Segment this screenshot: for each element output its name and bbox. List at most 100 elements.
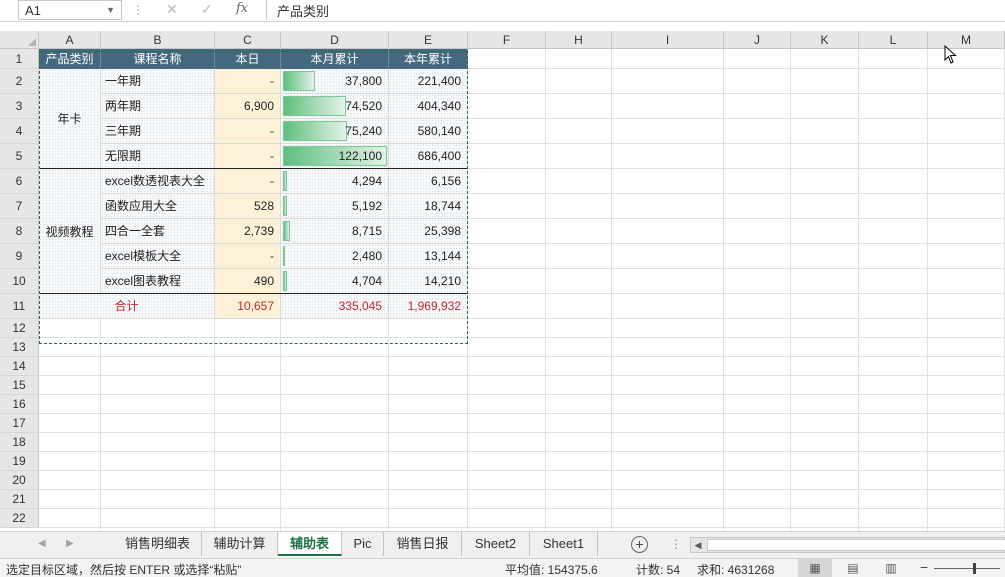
year-total-cell[interactable]: 580,140 xyxy=(389,119,468,144)
column-header[interactable]: L xyxy=(859,31,928,49)
row-header[interactable]: 13 xyxy=(0,338,39,357)
row-header[interactable]: 21 xyxy=(0,490,39,509)
sheet-tab[interactable]: 销售日报 xyxy=(384,532,462,556)
month-total-cell[interactable]: 122,100 xyxy=(281,144,389,169)
today-value-cell[interactable]: 490 xyxy=(215,269,281,294)
total-year-cell[interactable]: 1,969,932 xyxy=(389,294,468,319)
course-name-cell[interactable]: 两年期 xyxy=(101,94,215,119)
page-layout-view-icon[interactable]: ▤ xyxy=(836,559,870,577)
row-header[interactable]: 15 xyxy=(0,376,39,395)
column-header[interactable]: I xyxy=(612,31,724,49)
scrollbar-thumb[interactable] xyxy=(707,539,1005,551)
select-all-corner[interactable] xyxy=(0,31,39,49)
column-header[interactable]: E xyxy=(389,31,468,49)
today-value-cell[interactable]: - xyxy=(215,169,281,194)
category-cell[interactable]: 年卡 xyxy=(39,69,101,169)
sheet-tab[interactable]: Sheet1 xyxy=(530,532,598,556)
course-name-cell[interactable]: 四合一全套 xyxy=(101,219,215,244)
insert-function-icon[interactable]: fx xyxy=(236,1,248,16)
formula-input[interactable]: 产品类别 xyxy=(266,0,1005,20)
page-break-view-icon[interactable]: ▥ xyxy=(874,559,908,577)
column-header[interactable]: C xyxy=(215,31,281,49)
table-header-cell[interactable]: 本日 xyxy=(215,49,281,69)
sheet-tab[interactable]: 辅助计算 xyxy=(202,532,278,556)
row-header[interactable]: 18 xyxy=(0,433,39,452)
column-header[interactable]: A xyxy=(39,31,101,49)
sheet-tab[interactable]: 辅助表 xyxy=(278,532,342,556)
month-total-cell[interactable]: 37,800 xyxy=(281,69,389,94)
today-value-cell[interactable]: - xyxy=(215,244,281,269)
today-value-cell[interactable]: 2,739 xyxy=(215,219,281,244)
column-header[interactable]: F xyxy=(468,31,546,49)
today-value-cell[interactable]: 6,900 xyxy=(215,94,281,119)
month-total-cell[interactable]: 74,520 xyxy=(281,94,389,119)
year-total-cell[interactable]: 6,156 xyxy=(389,169,468,194)
course-name-cell[interactable]: excel图表教程 xyxy=(101,269,215,294)
year-total-cell[interactable]: 18,744 xyxy=(389,194,468,219)
course-name-cell[interactable]: 无限期 xyxy=(101,144,215,169)
normal-view-icon[interactable]: ▦ xyxy=(798,559,832,577)
row-header[interactable]: 9 xyxy=(0,244,39,269)
month-total-cell[interactable]: 8,715 xyxy=(281,219,389,244)
year-total-cell[interactable]: 221,400 xyxy=(389,69,468,94)
cancel-icon[interactable]: ✕ xyxy=(166,1,178,18)
month-total-cell[interactable]: 2,480 xyxy=(281,244,389,269)
row-header[interactable]: 2 xyxy=(0,69,39,94)
course-name-cell[interactable]: 一年期 xyxy=(101,69,215,94)
row-header[interactable]: 8 xyxy=(0,219,39,244)
row-header[interactable]: 10 xyxy=(0,269,39,294)
month-total-cell[interactable]: 5,192 xyxy=(281,194,389,219)
sheet-tab[interactable]: Pic xyxy=(342,532,384,556)
column-header[interactable]: H xyxy=(546,31,612,49)
table-header-cell[interactable]: 课程名称 xyxy=(101,49,215,69)
table-header-cell[interactable]: 本年累计 xyxy=(389,49,468,69)
row-header[interactable]: 7 xyxy=(0,194,39,219)
today-value-cell[interactable]: - xyxy=(215,119,281,144)
month-total-cell[interactable]: 4,704 xyxy=(281,269,389,294)
table-header-cell[interactable]: 产品类别 xyxy=(39,49,101,69)
total-month-cell[interactable]: 335,045 xyxy=(281,294,389,319)
row-header[interactable]: 4 xyxy=(0,119,39,144)
column-header[interactable]: K xyxy=(791,31,859,49)
sheet-tab[interactable]: 销售明细表 xyxy=(114,532,202,556)
year-total-cell[interactable]: 404,340 xyxy=(389,94,468,119)
column-header[interactable]: B xyxy=(101,31,215,49)
row-header[interactable]: 3 xyxy=(0,94,39,119)
enter-icon[interactable]: ✓ xyxy=(201,1,213,18)
row-header[interactable]: 17 xyxy=(0,414,39,433)
column-header[interactable]: M xyxy=(928,31,1005,49)
row-header[interactable]: 16 xyxy=(0,395,39,414)
row-header[interactable]: 20 xyxy=(0,471,39,490)
year-total-cell[interactable]: 686,400 xyxy=(389,144,468,169)
column-header[interactable]: D xyxy=(281,31,389,49)
course-name-cell[interactable]: 三年期 xyxy=(101,119,215,144)
name-box[interactable]: A1 ▼ xyxy=(18,0,122,20)
scroll-tabs-left-icon[interactable]: ◀ xyxy=(38,538,46,549)
course-name-cell[interactable]: 函数应用大全 xyxy=(101,194,215,219)
column-header[interactable]: J xyxy=(724,31,791,49)
zoom-slider-thumb[interactable] xyxy=(973,563,976,574)
zoom-slider[interactable] xyxy=(934,568,1000,569)
course-name-cell[interactable]: excel模板大全 xyxy=(101,244,215,269)
add-sheet-icon[interactable]: + xyxy=(631,536,648,553)
year-total-cell[interactable]: 14,210 xyxy=(389,269,468,294)
row-header[interactable]: 6 xyxy=(0,169,39,194)
today-value-cell[interactable]: - xyxy=(215,69,281,94)
year-total-cell[interactable]: 25,398 xyxy=(389,219,468,244)
table-header-cell[interactable]: 本月累计 xyxy=(281,49,389,69)
horizontal-scrollbar[interactable]: ◀ xyxy=(690,537,1005,553)
today-value-cell[interactable]: - xyxy=(215,144,281,169)
row-header[interactable]: 11 xyxy=(0,294,39,319)
worksheet-grid[interactable]: A B C D E F H I J K L M 1 2 3 4 5 6 7 8 9 10 11 12 13 14 15 16 17 18 1… xyxy=(0,31,1005,531)
category-cell[interactable]: 视频教程 xyxy=(39,169,101,294)
year-total-cell[interactable]: 13,144 xyxy=(389,244,468,269)
row-header[interactable]: 22 xyxy=(0,509,39,528)
total-label-cell[interactable]: 合计 xyxy=(39,294,215,319)
scroll-left-icon[interactable]: ◀ xyxy=(691,538,705,552)
scroll-tabs-right-icon[interactable]: ▶ xyxy=(66,538,74,549)
month-total-cell[interactable]: 4,294 xyxy=(281,169,389,194)
row-header[interactable]: 14 xyxy=(0,357,39,376)
today-value-cell[interactable]: 528 xyxy=(215,194,281,219)
row-header[interactable]: 1 xyxy=(0,49,39,69)
month-total-cell[interactable]: 75,240 xyxy=(281,119,389,144)
